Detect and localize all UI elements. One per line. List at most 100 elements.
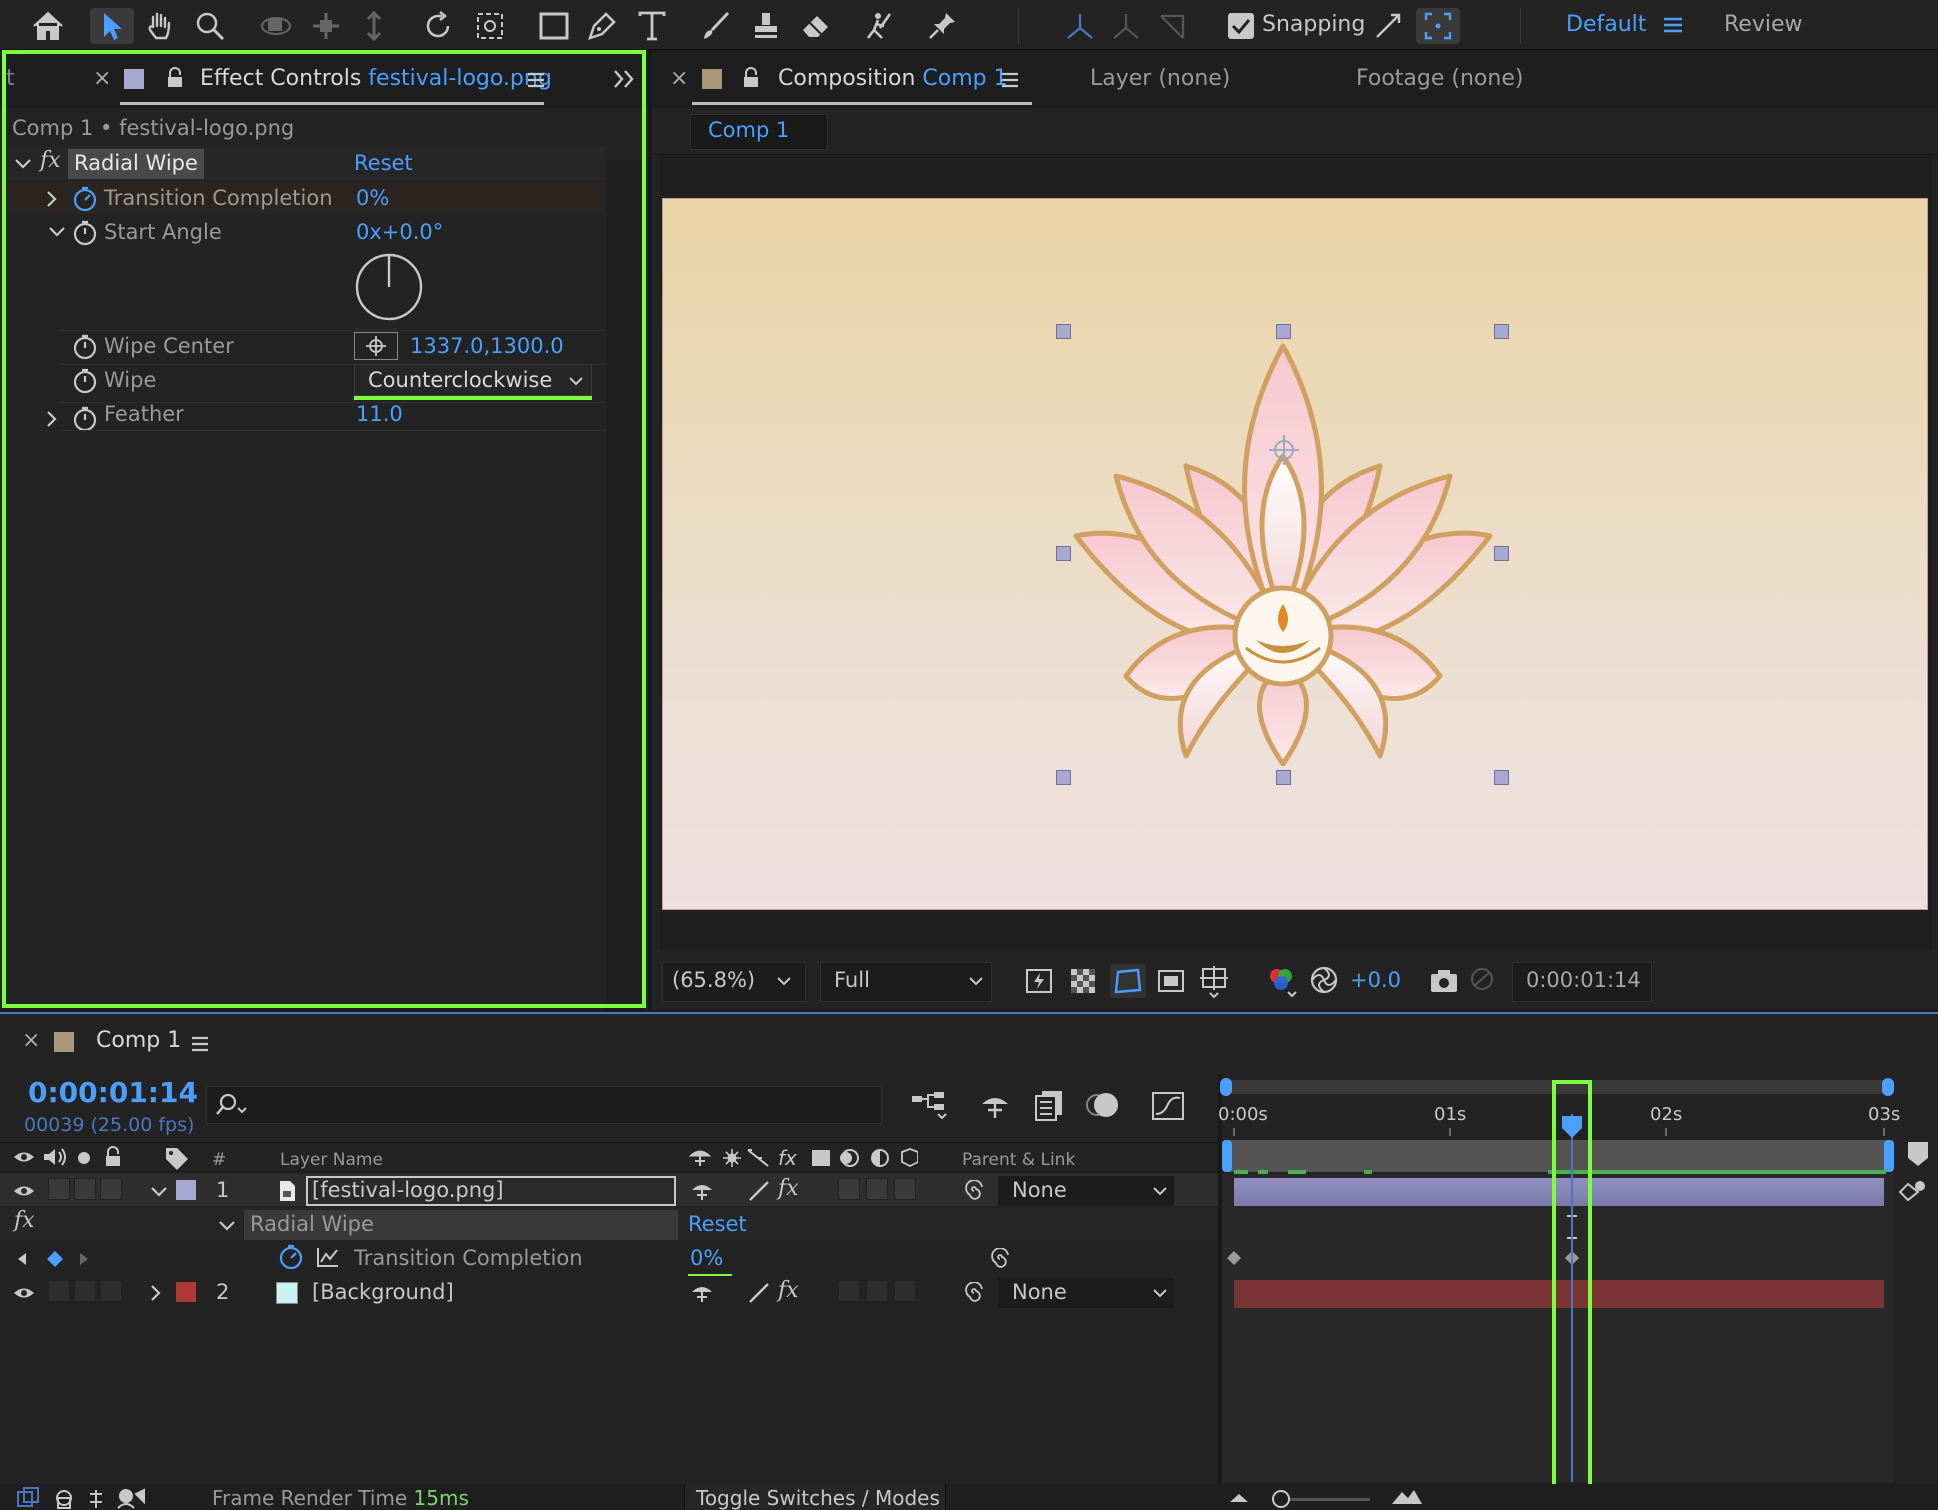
footer-layer-icons[interactable] [16, 1486, 156, 1510]
transform-handle-bottom-right[interactable] [1494, 770, 1509, 785]
rotation-tool-icon[interactable] [416, 8, 460, 44]
snapping-checkbox[interactable] [1228, 13, 1254, 39]
timeline-effect-reset[interactable]: Reset [688, 1212, 747, 1236]
workspace-default[interactable]: Default [1566, 12, 1646, 37]
work-area-end[interactable] [1884, 1140, 1894, 1172]
visibility-eye-icon[interactable] [12, 1284, 36, 1302]
lock-icon[interactable] [742, 67, 760, 89]
snap-edges-icon[interactable] [1366, 8, 1410, 44]
zoom-in-mountain-icon[interactable] [1390, 1486, 1424, 1506]
transform-handle-top-right[interactable] [1494, 324, 1509, 339]
add-keyframe-icon[interactable] [46, 1250, 64, 1268]
quality-switch-icon[interactable] [746, 1180, 772, 1202]
solo-switch[interactable] [74, 1178, 96, 1200]
shy-layers-icon[interactable] [978, 1090, 1012, 1122]
composition-tab-title[interactable]: Composition Comp 1 [778, 66, 1008, 91]
type-tool-icon[interactable] [630, 8, 674, 44]
close-icon[interactable]: × [22, 1028, 40, 1053]
shy-switch-icon[interactable] [690, 1180, 714, 1202]
adjustment-switch[interactable] [894, 1178, 916, 1200]
effect-switch-fx-icon[interactable]: fx [778, 1278, 799, 1303]
mask-path-icon[interactable] [1110, 964, 1146, 998]
clone-stamp-tool-icon[interactable] [744, 8, 788, 44]
search-icon[interactable] [214, 1092, 248, 1118]
pickwhip-spiral-icon[interactable] [962, 1180, 986, 1202]
layer-tab[interactable]: Layer (none) [1090, 66, 1230, 91]
transform-handle-mid-left[interactable] [1056, 546, 1071, 561]
fast-preview-icon[interactable] [1024, 966, 1054, 996]
frame-blend-switch[interactable] [838, 1280, 860, 1302]
footage-tab[interactable]: Footage (none) [1356, 66, 1523, 91]
transparency-grid-icon[interactable] [1068, 966, 1098, 996]
workspace-menu-icon[interactable] [1662, 16, 1684, 34]
layer-label-color[interactable] [176, 1282, 196, 1302]
lock-switch[interactable] [100, 1280, 122, 1302]
transform-handle-mid-right[interactable] [1494, 546, 1509, 561]
motion-blur-icon[interactable] [1084, 1088, 1120, 1122]
graph-editor-icon[interactable] [1150, 1088, 1186, 1122]
column-parent-header[interactable]: Parent & Link [962, 1150, 1075, 1170]
layer-expand-chevron-icon[interactable] [150, 1186, 168, 1198]
motion-blur-switch[interactable] [866, 1178, 888, 1200]
navigator-start-handle[interactable] [1220, 1078, 1232, 1096]
zoom-tool-icon[interactable] [188, 8, 232, 44]
column-layer-name-header[interactable]: Layer Name [280, 1150, 383, 1170]
close-icon[interactable]: × [670, 66, 688, 91]
brush-tool-icon[interactable] [694, 8, 738, 44]
navigator-end-handle[interactable] [1882, 1078, 1894, 1096]
adjustment-switch[interactable] [894, 1280, 916, 1302]
prev-keyframe-icon[interactable] [16, 1252, 28, 1266]
effect-switch-fx-icon[interactable]: fx [778, 1176, 799, 1201]
lock-switch[interactable] [100, 1178, 122, 1200]
shy-switch-icon[interactable] [690, 1282, 714, 1304]
panel-menu-icon[interactable] [1000, 72, 1020, 88]
timeline-tab-title[interactable]: Comp 1 [96, 1028, 181, 1053]
fx-icon[interactable]: fx [14, 1208, 35, 1233]
exposure-value[interactable]: +0.0 [1350, 968, 1401, 992]
rectangle-tool-icon[interactable] [532, 8, 576, 44]
effect-collapse-chevron-icon[interactable] [218, 1220, 236, 1232]
lotus-logo-image[interactable] [1056, 336, 1510, 766]
visibility-eye-icon[interactable] [12, 1182, 36, 1200]
layer-anchor-crosshair-icon[interactable] [1266, 432, 1302, 468]
puppet-pin-tool-icon[interactable] [920, 8, 964, 44]
home-icon[interactable] [26, 8, 70, 44]
property-value[interactable]: 0% [690, 1246, 723, 1270]
zoom-out-mountain-icon[interactable] [1228, 1490, 1250, 1504]
region-of-interest-icon[interactable] [1156, 966, 1186, 996]
eraser-tool-icon[interactable] [794, 8, 838, 44]
layer-expand-chevron-icon[interactable] [150, 1284, 162, 1302]
workspace-review[interactable]: Review [1724, 12, 1803, 37]
anchor-point-tool-icon[interactable] [468, 8, 512, 44]
layer-name[interactable]: [Background] [312, 1280, 454, 1304]
snap-features-icon[interactable] [1416, 8, 1460, 44]
timeline-zoom-thumb[interactable] [1272, 1490, 1290, 1508]
work-area-start[interactable] [1222, 1140, 1232, 1172]
graph-toggle-icon[interactable] [316, 1246, 340, 1268]
comp-marker-icon[interactable] [1906, 1140, 1930, 1168]
expression-pickwhip-icon[interactable] [988, 1248, 1012, 1270]
pen-tool-icon[interactable] [580, 8, 624, 44]
quality-switch-icon[interactable] [746, 1282, 772, 1304]
composition-flowchart-icon[interactable] [910, 1090, 950, 1122]
solo-switch[interactable] [74, 1280, 96, 1302]
panel-menu-icon[interactable] [190, 1036, 210, 1052]
guides-grid-icon[interactable] [1198, 964, 1230, 998]
transform-handle-top-left[interactable] [1056, 324, 1071, 339]
selection-tool-icon[interactable] [90, 8, 134, 44]
transform-handle-bottom-left[interactable] [1056, 770, 1071, 785]
layer-end-marker-icon[interactable] [1898, 1178, 1928, 1206]
motion-blur-switch[interactable] [866, 1280, 888, 1302]
keyframe-start-icon[interactable] [1226, 1250, 1242, 1266]
channels-rgb-icon[interactable] [1264, 964, 1298, 998]
current-timecode[interactable]: 0:00:01:14 [28, 1076, 198, 1109]
transform-handle-top-center[interactable] [1276, 324, 1291, 339]
frame-blend-switch[interactable] [838, 1178, 860, 1200]
layer-search-input[interactable] [206, 1086, 882, 1124]
stopwatch-active-icon[interactable] [278, 1244, 304, 1270]
snapshot-camera-icon[interactable] [1428, 966, 1460, 996]
transform-handle-bottom-center[interactable] [1276, 770, 1291, 785]
next-keyframe-icon[interactable] [78, 1252, 90, 1266]
audio-switch[interactable] [48, 1178, 70, 1200]
frame-blending-icon[interactable] [1032, 1088, 1066, 1122]
